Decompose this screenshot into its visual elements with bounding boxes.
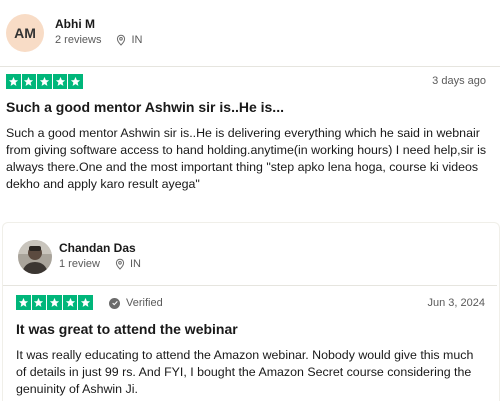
divider	[3, 285, 497, 286]
review-card: Chandan Das 1 review IN Verified Jun 3, …	[2, 222, 500, 401]
reviewer-name[interactable]: Abhi M	[55, 17, 95, 31]
reviewer-name[interactable]: Chandan Das	[59, 241, 136, 255]
reviewer-meta: 1 review IN	[59, 258, 141, 270]
star-icon	[31, 295, 47, 310]
star-icon	[37, 74, 52, 89]
review-count: 2 reviews	[55, 34, 102, 46]
review-title[interactable]: It was great to attend the webinar	[16, 321, 238, 337]
review-title[interactable]: Such a good mentor Ashwin sir is..He is.…	[6, 99, 284, 115]
reviewer-country: IN	[129, 258, 141, 270]
verified-label: Verified	[126, 297, 163, 309]
divider	[0, 66, 500, 67]
location-pin-icon	[115, 34, 127, 46]
star-icon	[62, 295, 78, 310]
star-icon	[47, 295, 62, 310]
review-count: 1 review	[59, 258, 100, 270]
star-icon	[21, 74, 37, 89]
star-icon	[6, 74, 21, 89]
checkmark-icon	[109, 297, 120, 309]
review-card: AM Abhi M 2 reviews IN 3 days ago Such a…	[0, 0, 500, 219]
star-icon	[68, 74, 83, 89]
reviewer-meta: 2 reviews IN	[55, 34, 142, 46]
location-pin-icon	[114, 258, 126, 270]
avatar[interactable]: AM	[6, 14, 44, 52]
review-body: It was really educating to attend the Am…	[16, 348, 474, 396]
review-date: 3 days ago	[432, 75, 486, 87]
verified-badge[interactable]: Verified	[109, 297, 163, 309]
review-body: Such a good mentor Ashwin sir is..He is …	[6, 126, 487, 191]
review-date: Jun 3, 2024	[427, 297, 486, 309]
star-rating	[16, 295, 93, 310]
star-icon	[78, 295, 93, 310]
reviewer-country: IN	[131, 34, 143, 46]
star-icon	[52, 74, 68, 89]
star-rating	[6, 74, 83, 89]
star-icon	[16, 295, 31, 310]
avatar[interactable]	[18, 240, 52, 274]
